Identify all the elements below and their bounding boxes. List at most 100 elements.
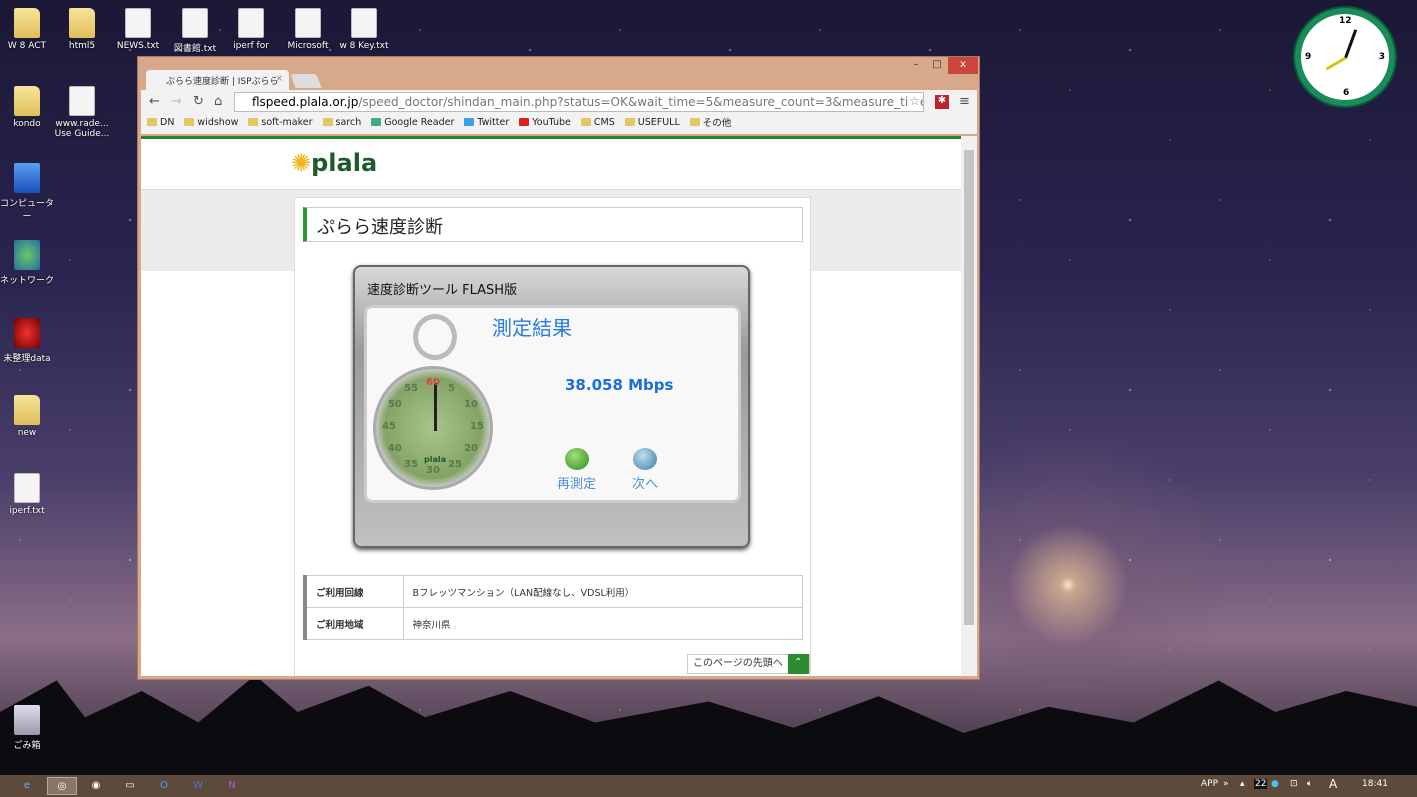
trash-icon	[14, 705, 40, 735]
desktop-icon[interactable]: Microsoft	[278, 8, 338, 51]
bookmark-item[interactable]: YouTube	[519, 115, 571, 129]
calendar-icon[interactable]: 22	[1254, 779, 1268, 789]
reload-icon[interactable]: ↻	[193, 94, 204, 109]
desktop-icon-label: ごみ箱	[13, 741, 41, 751]
word-icon[interactable]: W	[183, 777, 213, 795]
minimize-button[interactable]: –	[905, 57, 927, 74]
clock-number: 12	[1339, 16, 1352, 26]
desktop-icon[interactable]: w 8 Key.txt	[334, 8, 394, 51]
bookmark-item[interactable]: USEFULL	[624, 115, 680, 129]
ie-icon[interactable]: e	[12, 777, 42, 795]
web-page: ✺plala ぷらら速度診断 速度診断ツール FLASH版 60 5 10 15 20 2…	[141, 136, 961, 676]
scrollbar[interactable]	[961, 136, 977, 676]
desktop-icon-label: w 8 Key.txt	[339, 41, 389, 51]
star-icon[interactable]: ☆	[909, 94, 920, 108]
desktop-icon-label: W 8 ACT	[7, 41, 47, 51]
remeasure-button[interactable]: 再測定	[557, 448, 596, 492]
menu-icon[interactable]: ≡	[959, 94, 970, 109]
extension-icon[interactable]: ✱	[935, 95, 949, 109]
chrome-icon[interactable]: ◎	[47, 777, 77, 795]
desktop-icon[interactable]: 図書館.txt	[165, 8, 225, 54]
close-button[interactable]: x	[948, 57, 978, 74]
bookmark-item[interactable]: CMS	[580, 115, 615, 129]
volume-icon[interactable]: 🔈︎	[1307, 779, 1312, 789]
explorer-icon[interactable]: ▭	[115, 777, 145, 795]
desktop-icon[interactable]: コンピューター	[0, 163, 57, 222]
tab-active[interactable]: ぷらら速度診断 | ISPぷらら ×	[146, 70, 289, 90]
plala-logo[interactable]: ✺plala	[291, 149, 377, 177]
stopwatch-hand	[434, 383, 437, 431]
maximize-button[interactable]: □	[927, 57, 947, 74]
bookmark-item[interactable]: widshow	[184, 115, 238, 129]
folder-icon	[147, 118, 157, 126]
site-icon	[371, 118, 382, 126]
desktop-icon[interactable]: html5	[52, 8, 112, 51]
site-icon	[519, 118, 530, 126]
back-icon[interactable]: ←	[149, 94, 160, 109]
bookmark-label: Twitter	[477, 116, 510, 128]
bookmark-item[interactable]: Twitter	[464, 115, 509, 129]
browser-window: – □ x ぷらら速度診断 | ISPぷらら × ← → ↻ ⌂ flspeed…	[137, 56, 980, 680]
clock-time[interactable]: 18:41	[1362, 779, 1388, 789]
bookmark-item[interactable]: その他	[689, 115, 731, 129]
desktop-icon-label: iperf for	[233, 41, 269, 51]
address-bar[interactable]: flspeed.plala.or.jp/speed_doctor/shindan…	[234, 92, 924, 112]
bookmark-label: sarch	[335, 116, 362, 128]
clock-number: 9	[1305, 52, 1312, 62]
bookmark-item[interactable]: Google Reader	[371, 115, 454, 129]
overflow-icon[interactable]: »	[1223, 779, 1229, 789]
bookmark-item[interactable]: DN	[147, 115, 174, 129]
clock-number: 6	[1343, 88, 1350, 98]
tab-close-icon[interactable]: ×	[275, 74, 283, 84]
sync-icon[interactable]: ●	[1271, 779, 1279, 789]
desktop-icon[interactable]: 未整理data	[0, 318, 57, 364]
file-icon	[69, 86, 95, 116]
table-row: ご利用回線 Bフレッツマンション（LAN配線なし、VDSL利用）	[303, 575, 803, 608]
tray-app[interactable]: APP	[1201, 779, 1218, 789]
onenote-icon[interactable]: N	[217, 777, 247, 795]
clock-gadget: 12 3 6 9	[1295, 8, 1395, 106]
ime-indicator[interactable]: A	[1329, 777, 1337, 791]
bookmark-item[interactable]: sarch	[322, 115, 362, 129]
speed-value: 38.058 Mbps	[565, 376, 674, 394]
desktop-icon[interactable]: new	[0, 395, 57, 438]
forward-icon[interactable]: →	[171, 94, 182, 109]
tab-title: ぷらら速度診断 | ISPぷらら	[166, 77, 279, 87]
url-path: /speed_doctor/shindan_main.php?status=OK…	[358, 95, 924, 109]
desktop-icon[interactable]: www.rade... Use Guide...	[52, 86, 112, 139]
home-icon[interactable]: ⌂	[214, 94, 222, 109]
network-icon[interactable]: ⊡	[1290, 779, 1298, 789]
desktop-icon[interactable]: iperf for	[221, 8, 281, 51]
dial-number: 50	[387, 399, 402, 410]
clock-hand	[1325, 56, 1347, 71]
desktop-icon-label: Microsoft	[287, 41, 329, 51]
bookmark-label: Google Reader	[384, 116, 455, 128]
desktop-icon[interactable]: W 8 ACT	[0, 8, 57, 51]
desktop-icon-label: new	[17, 428, 37, 438]
desktop-icon[interactable]: ネットワーク	[0, 240, 57, 286]
folder-icon	[689, 118, 700, 126]
dial-number: 5	[448, 382, 455, 394]
dial-number: 55	[404, 382, 418, 394]
bookmark-item[interactable]: soft-maker	[248, 115, 313, 129]
outlook-icon[interactable]: O	[149, 777, 179, 795]
new-tab-button[interactable]	[290, 74, 322, 88]
desktop-icon[interactable]: ごみ箱	[0, 705, 57, 751]
folder-icon	[14, 86, 40, 116]
folder-icon	[322, 118, 333, 126]
file-icon	[351, 8, 377, 38]
scrollbar-thumb[interactable]	[964, 150, 974, 625]
chevron-up-icon: ⌃	[787, 654, 809, 674]
dial-number: 10	[464, 399, 479, 410]
back-to-top-button[interactable]: このページの先頭へ ⌃	[687, 654, 810, 674]
file-icon	[295, 8, 321, 38]
desktop-icon[interactable]: NEWS.txt	[108, 8, 168, 51]
show-hidden-icon[interactable]: ▴	[1240, 779, 1245, 789]
desktop-icon-label: www.rade... Use Guide...	[54, 119, 110, 139]
next-button[interactable]: 次へ	[632, 448, 658, 492]
app-icon[interactable]: ◉	[81, 777, 111, 795]
file-icon	[125, 8, 151, 38]
folder-icon	[184, 118, 195, 126]
desktop-icon[interactable]: kondo	[0, 86, 57, 129]
desktop-icon[interactable]: iperf.txt	[0, 473, 57, 516]
